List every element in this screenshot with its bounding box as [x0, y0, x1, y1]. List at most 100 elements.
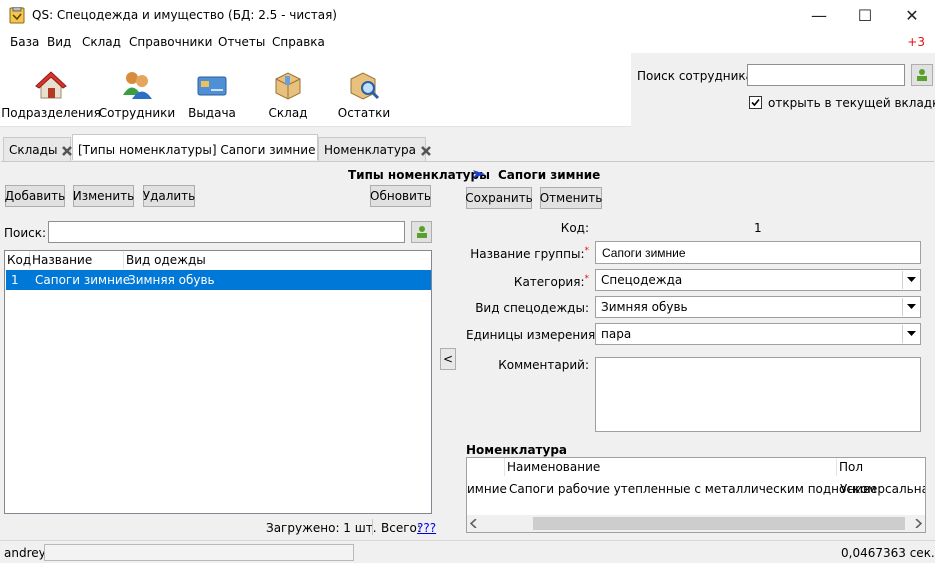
tab-nomenclature-types[interactable]: [Типы номенклатуры] Сапоги зимние [72, 134, 331, 160]
row-cell-cut: имние [467, 482, 507, 496]
stock-label: Остатки [337, 106, 391, 120]
category-value: Спецодежда [601, 273, 683, 287]
issue-button[interactable]: Выдача [180, 53, 244, 127]
table-row[interactable]: имние Сапоги рабочие утепленные с металл… [467, 478, 925, 498]
chevron-right-icon[interactable] [914, 519, 922, 528]
refresh-button[interactable]: Обновить [370, 185, 431, 207]
category-label-wrap: Категория:* [466, 274, 589, 289]
open-in-tab-checkbox[interactable] [749, 96, 762, 109]
employee-search-label: Поиск сотрудника: [637, 69, 758, 83]
row-gender: Универсальная [840, 482, 925, 496]
add-button[interactable]: Добавить [5, 185, 65, 207]
issue-label: Выдача [188, 106, 236, 120]
employees-label: Сотрудники [98, 106, 176, 120]
types-list[interactable]: Код Название Вид одежды 1 Сапоги зимние … [4, 250, 432, 514]
column-header-code[interactable]: Код [5, 251, 31, 269]
departments-button[interactable]: Подразделения [1, 53, 101, 127]
people-icon [123, 72, 152, 99]
stock-search-icon [350, 72, 380, 100]
menu-vid[interactable]: Вид [47, 35, 71, 49]
box-icon [275, 72, 301, 100]
nomenclature-table[interactable]: Наименование Пол имние Сапоги рабочие ут… [466, 457, 926, 533]
total-link[interactable]: ??? [417, 521, 436, 535]
departments-label: Подразделения [1, 106, 101, 120]
code-value: 1 [754, 221, 762, 235]
tab-label: Склады [9, 143, 58, 157]
tab-label: Номенклатура [324, 143, 416, 157]
status-time: 0,0467363 сек. [841, 546, 935, 560]
house-icon [35, 71, 67, 99]
required-mark: * [584, 246, 590, 256]
units-select[interactable]: пара [595, 323, 921, 345]
menu-spravochniki[interactable]: Справочники [129, 35, 212, 49]
column-header-kind[interactable]: Вид одежды [124, 251, 304, 269]
horizontal-scrollbar[interactable] [467, 515, 925, 532]
row-kind: Зимняя обувь [128, 273, 215, 287]
tab-nomenclature[interactable]: Номенклатура [318, 137, 431, 162]
group-name-input[interactable] [595, 241, 921, 264]
open-in-tab-label: открыть в текущей вкладке [768, 96, 935, 110]
window-title: QS: Спецодежда и имущество (БД: 2.5 - чи… [32, 8, 337, 22]
units-value: пара [601, 327, 632, 341]
notification-badge[interactable]: +3 [907, 35, 925, 49]
card-icon [197, 76, 227, 96]
warehouse-label: Склад [268, 106, 308, 120]
person-search-icon [917, 69, 927, 81]
chevron-down-icon[interactable] [902, 271, 919, 289]
comment-textarea[interactable] [595, 357, 921, 432]
close-tab-icon[interactable] [420, 145, 432, 157]
loaded-count: Загружено: 1 шт. [266, 521, 377, 535]
employee-search-input[interactable] [747, 64, 905, 86]
chevron-down-icon[interactable] [902, 325, 919, 343]
chevron-down-icon[interactable] [902, 298, 919, 316]
stock-button[interactable]: Остатки [332, 53, 396, 127]
column-header-name[interactable]: Название [30, 251, 124, 269]
nomenclature-title: Номенклатура [466, 443, 568, 457]
menu-sklad[interactable]: Склад [82, 35, 121, 49]
breadcrumb-current: Сапоги зимние [498, 168, 601, 182]
warehouse-button[interactable]: Склад [256, 53, 320, 127]
comment-label: Комментарий: [498, 358, 589, 372]
close-button[interactable]: ✕ [889, 0, 935, 31]
code-label: Код: [560, 221, 589, 235]
row-code: 1 [11, 273, 19, 287]
menu-otchety[interactable]: Отчеты [218, 35, 265, 49]
tab-sklady[interactable]: Склады [3, 137, 73, 162]
units-label: Единицы измерения: [466, 328, 600, 342]
collapse-panel-button[interactable]: < [440, 348, 456, 370]
column-header-gender[interactable]: Пол [837, 458, 925, 476]
search-employee-button[interactable] [411, 221, 432, 243]
employees-button[interactable]: Сотрудники [98, 53, 176, 127]
total-label: Всего: [381, 521, 421, 535]
column-header-title[interactable]: Наименование [505, 458, 837, 476]
menu-baza[interactable]: База [10, 35, 39, 49]
kind-value: Зимняя обувь [601, 300, 688, 314]
employee-search-button[interactable] [911, 64, 933, 86]
save-button[interactable]: Сохранить [465, 187, 533, 209]
app-icon [9, 7, 25, 24]
minimize-button[interactable]: — [796, 0, 842, 31]
chevron-left-icon[interactable] [470, 519, 478, 528]
kind-select[interactable]: Зимняя обувь [595, 296, 921, 318]
menu-bar: База Вид Склад Справочники Отчеты Справк… [0, 31, 935, 53]
tab-label: [Типы номенклатуры] Сапоги зимние [78, 143, 316, 157]
table-row[interactable]: 1 Сапоги зимние Зимняя обувь [6, 270, 431, 290]
status-progress [44, 544, 354, 561]
category-label: Категория: [513, 275, 585, 289]
search-input[interactable] [48, 221, 405, 243]
row-name: Сапоги рабочие утепленные с металлически… [509, 482, 877, 496]
category-select[interactable]: Спецодежда [595, 269, 921, 291]
required-mark: * [584, 274, 590, 284]
scrollbar-thumb[interactable] [533, 517, 905, 530]
search-label: Поиск: [4, 226, 47, 240]
column-header-blank[interactable] [467, 458, 505, 476]
edit-button[interactable]: Изменить [73, 185, 134, 207]
breadcrumb-arrow-icon [473, 170, 485, 178]
kind-label: Вид спецодежды: [475, 301, 589, 315]
cancel-button[interactable]: Отменить [540, 187, 602, 209]
title-bar: QS: Спецодежда и имущество (БД: 2.5 - чи… [0, 0, 935, 31]
group-name-label: Название группы: [470, 247, 585, 261]
maximize-button[interactable]: ☐ [842, 0, 888, 31]
menu-spravka[interactable]: Справка [272, 35, 325, 49]
delete-button[interactable]: Удалить [143, 185, 195, 207]
